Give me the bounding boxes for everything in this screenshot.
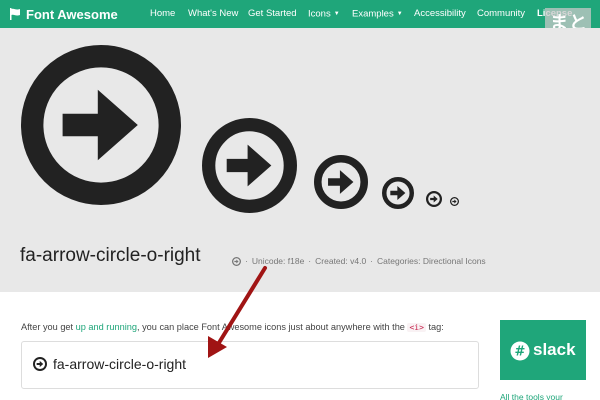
nav-home[interactable]: Home	[150, 0, 175, 28]
slack-logo-icon: #	[510, 341, 530, 361]
nav-icons-label: Icons	[308, 8, 331, 20]
nav-examples-label: Examples	[352, 8, 394, 20]
up-and-running-link[interactable]: up and running	[76, 322, 137, 332]
para-text: tag:	[425, 322, 444, 332]
slack-label: slack	[533, 340, 576, 359]
icon-created: Created: v4.0	[315, 256, 367, 266]
i-tag-code: <i>	[407, 323, 426, 332]
slack-ad-card[interactable]: # slack	[500, 320, 586, 380]
meta-separator: ·	[308, 256, 312, 266]
para-text: , you can place Font Awesome icons just …	[136, 322, 408, 332]
usage-paragraph: After you get up and running, you can pl…	[21, 322, 444, 332]
arrow-circle-o-right-icon	[232, 256, 241, 266]
caret-down-icon: ▼	[333, 11, 340, 17]
nav-whats-new[interactable]: What's New	[188, 0, 238, 28]
icon-unicode: Unicode: f18e	[251, 256, 305, 266]
meta-separator: ·	[370, 256, 374, 266]
arrow-circle-o-right-icon	[202, 118, 297, 213]
nav-get-started[interactable]: Get Started	[248, 0, 297, 28]
nav-accessibility[interactable]: Accessibility	[414, 0, 466, 28]
arrow-circle-o-right-icon	[314, 155, 368, 209]
example-icon-name: fa-arrow-circle-o-right	[53, 356, 187, 372]
icon-meta: · Unicode: f18e · Created: v4.0 · Catego…	[232, 256, 486, 266]
top-navbar: Font Awesome Home What's New Get Started…	[0, 0, 600, 28]
arrow-circle-o-right-icon	[450, 197, 459, 206]
brand-name: Font Awesome	[26, 6, 118, 22]
caret-down-icon: ▼	[396, 11, 403, 17]
arrow-circle-o-right-icon	[21, 45, 181, 205]
icon-example-box: fa-arrow-circle-o-right	[21, 341, 479, 389]
arrow-circle-o-right-icon	[33, 357, 47, 371]
brand-link[interactable]: Font Awesome	[9, 6, 118, 22]
slack-caption-link[interactable]: All the tools your	[500, 392, 563, 400]
arrow-circle-o-right-icon	[382, 177, 414, 209]
svg-text:#: #	[515, 345, 526, 360]
nav-examples-dropdown[interactable]: Examples ▼	[352, 0, 403, 28]
arrow-circle-o-right-icon	[426, 191, 442, 207]
nav-icons-dropdown[interactable]: Icons ▼	[308, 0, 340, 28]
icon-name-title: fa-arrow-circle-o-right	[20, 245, 201, 266]
para-text: After you get	[21, 322, 76, 332]
nav-community[interactable]: Community	[477, 0, 525, 28]
meta-separator: ·	[245, 256, 248, 266]
flag-icon	[10, 8, 20, 20]
icon-categories-link[interactable]: Categories: Directional Icons	[377, 256, 486, 266]
